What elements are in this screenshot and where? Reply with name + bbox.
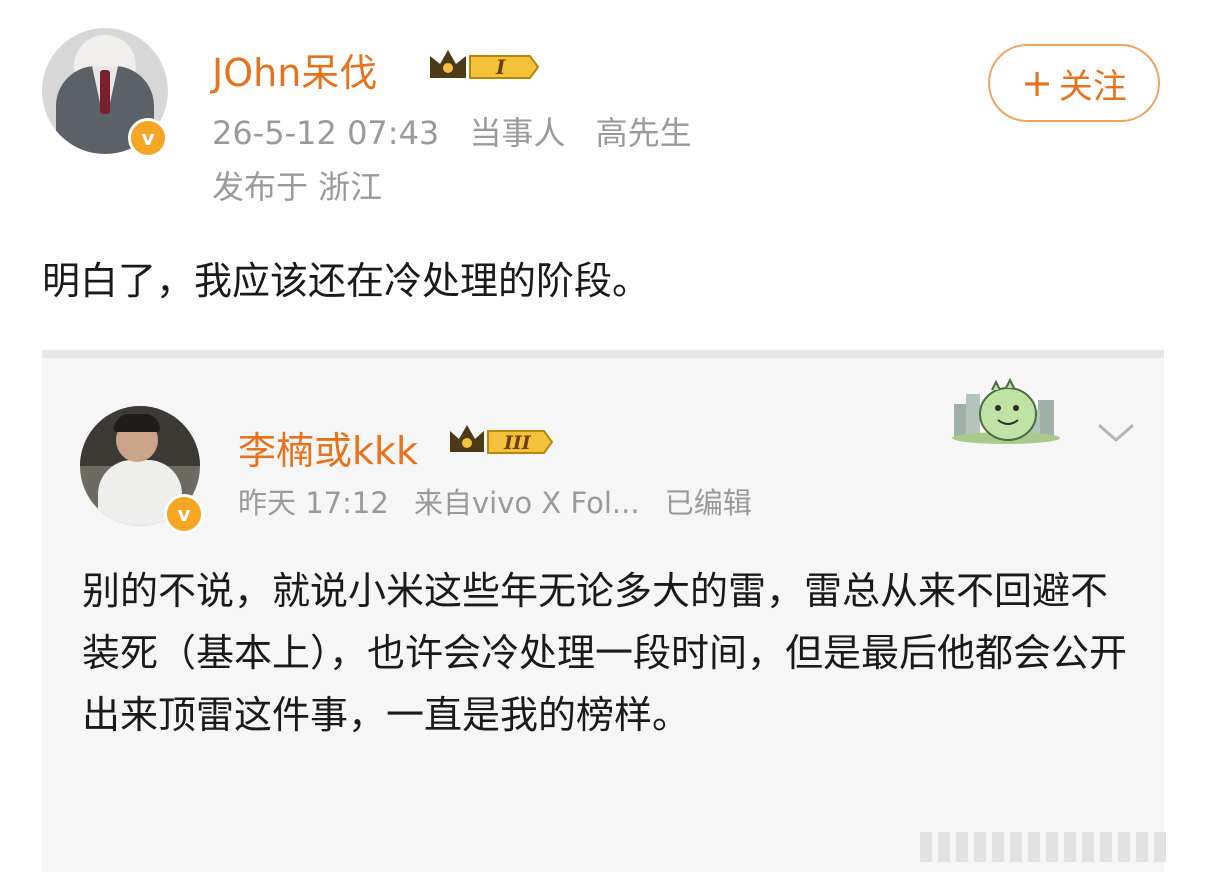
avatar-hair (114, 414, 160, 432)
avatar-tie (100, 70, 110, 114)
level-badge-text: III (503, 432, 532, 454)
post-text: 明白了，我应该还在冷处理的阶段。 (42, 259, 651, 303)
quoted-post-time: 昨天 17:12 (238, 486, 389, 520)
tag-label: 当事人 (469, 114, 566, 152)
verified-icon: v (164, 494, 204, 534)
post-location: 发布于 浙江 (212, 168, 383, 206)
chevron-down-icon[interactable] (1096, 418, 1136, 448)
dinosaur-sticker-icon (952, 377, 1060, 444)
crown-level-icon: III (450, 425, 554, 454)
tag-value: 高先生 (595, 114, 692, 152)
quoted-post-meta: 昨天 17:12 来自vivo X Fol... 已编辑 (238, 480, 768, 522)
quoted-author-name[interactable]: 李楠或kkk (238, 420, 418, 475)
verified-icon: v (128, 118, 168, 158)
plus-icon: + (1021, 61, 1053, 105)
quoted-post-source: 来自vivo X Fol... (414, 486, 640, 520)
quoted-post-text: 别的不说，就说小米这些年无论多大的雷，雷总从来不回避不装死（基本上），也许会冷处… (82, 569, 1128, 737)
follow-button[interactable]: + 关注 (988, 44, 1160, 122)
watermark-bars-icon (920, 832, 1166, 862)
post-meta: 26-5-12 07:43 当事人 高先生 (212, 108, 712, 154)
edited-label: 已编辑 (664, 486, 752, 520)
follow-label: 关注 (1058, 66, 1127, 107)
crown-level-icon: I (430, 50, 540, 79)
author-name[interactable]: JOhn呆伐 (212, 42, 377, 97)
level-badge-text: I (495, 55, 506, 79)
post-date: 26-5-12 07:43 (212, 114, 440, 152)
